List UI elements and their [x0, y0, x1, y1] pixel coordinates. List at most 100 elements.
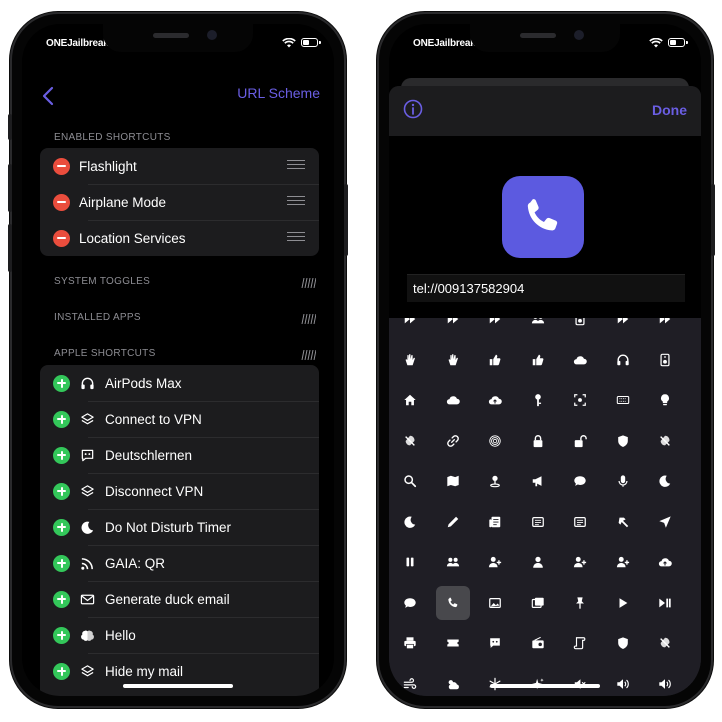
add-icon[interactable]: [53, 446, 70, 464]
megaphone-icon[interactable]: [521, 464, 555, 498]
remove-icon[interactable]: [53, 157, 70, 175]
lock-icon[interactable]: [521, 424, 555, 458]
list-item[interactable]: Do Not Disturb Timer: [40, 509, 319, 545]
list-item[interactable]: GAIA: QR: [40, 545, 319, 581]
home-indicator[interactable]: [123, 684, 233, 688]
search-icon[interactable]: [393, 464, 427, 498]
chevron-left-icon[interactable]: [42, 86, 54, 106]
list-item[interactable]: Connect to VPN: [40, 401, 319, 437]
bulb-icon[interactable]: [648, 383, 682, 417]
photos-icon[interactable]: [521, 586, 555, 620]
people-icon[interactable]: [521, 318, 555, 336]
printer-icon[interactable]: [393, 626, 427, 660]
drag-handle-icon[interactable]: [287, 160, 305, 170]
mute-icon[interactable]: [563, 667, 597, 697]
add-icon[interactable]: [53, 374, 70, 392]
info-icon[interactable]: [403, 99, 423, 119]
wind-icon[interactable]: [393, 667, 427, 697]
person-plus-icon[interactable]: [563, 545, 597, 579]
snowflake-icon[interactable]: [478, 667, 512, 697]
playpause-icon[interactable]: [648, 586, 682, 620]
list-item[interactable]: Hello: [40, 617, 319, 653]
list-item[interactable]: Flashlight: [40, 148, 319, 184]
keyboard-icon[interactable]: [606, 383, 640, 417]
pin-icon[interactable]: [478, 464, 512, 498]
thumb-icon[interactable]: [521, 343, 555, 377]
list-item[interactable]: Generate duck email: [40, 581, 319, 617]
shield-icon[interactable]: [606, 626, 640, 660]
add-icon[interactable]: [53, 482, 70, 500]
mic-icon[interactable]: [606, 464, 640, 498]
media-icon[interactable]: [648, 318, 682, 336]
doc-icon[interactable]: [521, 505, 555, 539]
list-item[interactable]: Location Services: [40, 220, 319, 256]
pencil-icon[interactable]: [436, 505, 470, 539]
done-button[interactable]: Done: [652, 102, 687, 118]
photo-icon[interactable]: [478, 586, 512, 620]
remove-icon[interactable]: [53, 229, 70, 247]
list-item[interactable]: Disconnect VPN: [40, 473, 319, 509]
shield-icon[interactable]: [606, 424, 640, 458]
add-icon[interactable]: [53, 626, 70, 644]
person-icon[interactable]: [521, 545, 555, 579]
radio-icon[interactable]: [521, 626, 555, 660]
house-icon[interactable]: [393, 383, 427, 417]
section-header-apple[interactable]: APPLE SHORTCUTS: [54, 348, 156, 359]
cloud-up-icon[interactable]: [478, 383, 512, 417]
thumb-icon[interactable]: [478, 343, 512, 377]
list-item[interactable]: Deutschlernen: [40, 437, 319, 473]
slash-icon[interactable]: [393, 424, 427, 458]
drag-handle-icon[interactable]: [287, 232, 305, 242]
media-icon[interactable]: [436, 318, 470, 336]
key-icon[interactable]: [521, 383, 555, 417]
add-icon[interactable]: [53, 662, 70, 680]
sparkle-icon[interactable]: [521, 667, 555, 697]
viewfinder-icon[interactable]: [563, 383, 597, 417]
volume-icon[interactable]: [606, 667, 640, 697]
speaker-icon[interactable]: [563, 318, 597, 336]
person-plus-icon[interactable]: [606, 545, 640, 579]
list-item[interactable]: AirPods Max: [40, 365, 319, 401]
media-icon[interactable]: [393, 318, 427, 336]
section-header-system[interactable]: SYSTEM TOGGLES: [54, 276, 150, 287]
slash-icon[interactable]: [648, 626, 682, 660]
pushpin-icon[interactable]: [563, 586, 597, 620]
quote-icon[interactable]: [478, 626, 512, 660]
map-icon[interactable]: [436, 464, 470, 498]
target-icon[interactable]: [478, 424, 512, 458]
cloud-icon[interactable]: [563, 343, 597, 377]
hand-icon[interactable]: [436, 343, 470, 377]
cloud-sun-icon[interactable]: [436, 667, 470, 697]
moon-icon[interactable]: [393, 505, 427, 539]
bubble-icon[interactable]: [563, 464, 597, 498]
news-icon[interactable]: [478, 505, 512, 539]
link-icon[interactable]: [436, 424, 470, 458]
cloud-icon[interactable]: [436, 383, 470, 417]
media-icon[interactable]: [606, 318, 640, 336]
hand-icon[interactable]: [393, 343, 427, 377]
send-icon[interactable]: [648, 505, 682, 539]
drag-handle-icon[interactable]: [287, 196, 305, 206]
ticket-icon[interactable]: [436, 626, 470, 660]
pause-icon[interactable]: [393, 545, 427, 579]
list-item[interactable]: Airplane Mode: [40, 184, 319, 220]
add-icon[interactable]: [53, 590, 70, 608]
person-plus-icon[interactable]: [478, 545, 512, 579]
headphones-icon[interactable]: [606, 343, 640, 377]
doc-icon[interactable]: [563, 505, 597, 539]
hammer-icon[interactable]: [606, 505, 640, 539]
people-icon[interactable]: [436, 545, 470, 579]
unlock-icon[interactable]: [563, 424, 597, 458]
bubble-icon[interactable]: [393, 586, 427, 620]
phone-icon[interactable]: [435, 585, 470, 620]
nav-title[interactable]: URL Scheme: [237, 85, 320, 101]
volume-icon[interactable]: [648, 667, 682, 697]
media-icon[interactable]: [478, 318, 512, 336]
moon-icon[interactable]: [648, 464, 682, 498]
scroll-icon[interactable]: [563, 626, 597, 660]
add-icon[interactable]: [53, 410, 70, 428]
add-icon[interactable]: [53, 554, 70, 572]
url-scheme-input[interactable]: tel://009137582904: [407, 274, 685, 302]
cloud-up-icon[interactable]: [648, 545, 682, 579]
add-icon[interactable]: [53, 518, 70, 536]
